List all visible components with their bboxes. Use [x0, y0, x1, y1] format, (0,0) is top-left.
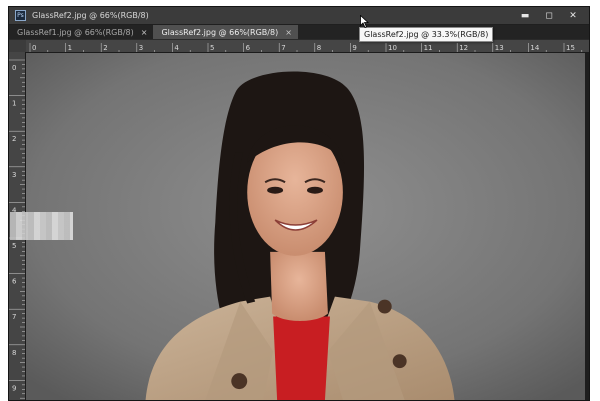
- ruler-label: 5: [12, 242, 16, 250]
- ruler-label: 6: [246, 44, 251, 52]
- ruler-label: 12: [459, 44, 468, 52]
- blurred-artifact: [10, 212, 73, 240]
- tab-close-icon[interactable]: ×: [141, 28, 148, 37]
- tab-glassref2[interactable]: GlassRef2.jpg @ 66%(RGB/8) ×: [153, 25, 298, 39]
- document-tab-bar: GlassRef1.jpg @ 66%(RGB/8) × GlassRef2.j…: [9, 25, 589, 39]
- ruler-origin[interactable]: [9, 40, 26, 52]
- ruler-label: 0: [32, 44, 36, 52]
- minimize-button[interactable]: ▬: [513, 7, 537, 24]
- ruler-label: 0: [12, 64, 16, 72]
- ruler-label: 7: [12, 313, 16, 321]
- close-button[interactable]: ✕: [561, 7, 585, 24]
- ruler-label: 8: [317, 44, 321, 52]
- ruler-label: 13: [495, 44, 504, 52]
- ruler-label: 9: [12, 384, 16, 392]
- mouse-cursor-icon: [360, 15, 369, 28]
- ruler-label: 7: [281, 44, 285, 52]
- title-bar[interactable]: Ps GlassRef2.jpg @ 66%(RGB/8) ▬ ◻ ✕: [9, 7, 589, 25]
- tab-tooltip: GlassRef2.jpg @ 33.3%(RGB/8): [359, 27, 494, 42]
- window-title: GlassRef2.jpg @ 66%(RGB/8): [32, 11, 149, 20]
- ruler-label: 5: [210, 44, 214, 52]
- ruler-label: 11: [424, 44, 433, 52]
- ruler-label: 2: [103, 44, 107, 52]
- tab-close-icon[interactable]: ×: [285, 28, 292, 37]
- document-window: Ps GlassRef2.jpg @ 66%(RGB/8) ▬ ◻ ✕ Glas…: [8, 6, 590, 401]
- ruler-label: 3: [139, 44, 143, 52]
- ruler-label: 3: [12, 171, 16, 179]
- tab-glassref1[interactable]: GlassRef1.jpg @ 66%(RGB/8) ×: [9, 25, 153, 39]
- vertical-scrollbar[interactable]: [585, 53, 589, 400]
- ruler-label: 2: [12, 135, 16, 143]
- ruler-label: 1: [68, 44, 72, 52]
- ruler-label: 6: [12, 278, 17, 286]
- ruler-label: 15: [566, 44, 575, 52]
- maximize-button[interactable]: ◻: [537, 7, 561, 24]
- ruler-label: 10: [388, 44, 397, 52]
- ruler-label: 4: [174, 44, 179, 52]
- photoshop-app-icon: Ps: [15, 10, 26, 21]
- horizontal-ruler[interactable]: 0 1 2 3 4 5 6 7 8 9 10 11 12 13 14 15: [26, 40, 589, 53]
- portrait-photo: [26, 53, 589, 400]
- maximize-icon: ◻: [545, 10, 553, 21]
- tab-label: GlassRef2.jpg @ 66%(RGB/8): [161, 27, 279, 37]
- ruler-label: 9: [352, 44, 356, 52]
- window-controls: ▬ ◻ ✕: [513, 7, 585, 24]
- close-icon: ✕: [569, 10, 577, 21]
- ruler-label: 1: [12, 100, 16, 108]
- ruler-label: 8: [12, 349, 16, 357]
- document-canvas[interactable]: [26, 53, 589, 400]
- horizontal-ruler-ticks: 0 1 2 3 4 5 6 7 8 9 10 11 12 13 14 15: [29, 43, 583, 52]
- minimize-icon: ▬: [520, 10, 530, 21]
- tab-label: GlassRef1.jpg @ 66%(RGB/8): [17, 27, 134, 37]
- ruler-label: 14: [530, 44, 539, 52]
